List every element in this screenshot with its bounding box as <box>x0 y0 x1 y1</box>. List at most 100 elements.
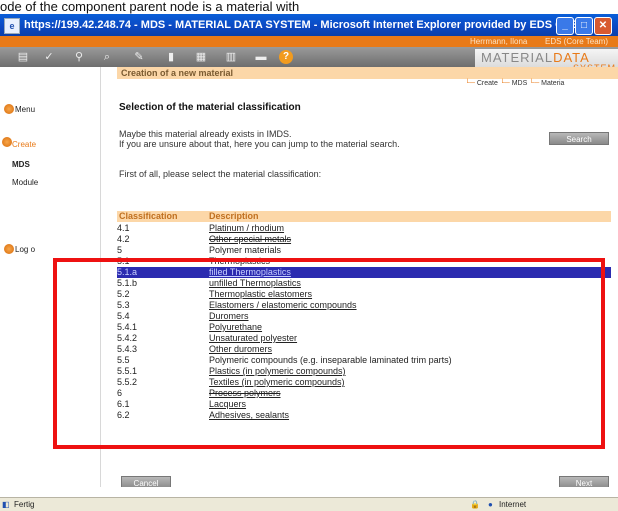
row-classification: 5.4.3 <box>117 344 138 354</box>
tree-icon[interactable]: ▦ <box>192 49 210 65</box>
table-row[interactable]: 5.5.2 Textiles (in polymeric compounds) <box>117 377 611 388</box>
row-description[interactable]: Duromers <box>209 311 249 322</box>
nav-module[interactable]: Module <box>12 178 38 187</box>
print-icon[interactable]: ▬ <box>252 49 270 65</box>
brand-logo: MATERIALDATA SYSTEM <box>475 49 618 73</box>
table-row[interactable]: 5.3 Elastomers / elastomeric compounds <box>117 300 611 311</box>
row-description: Polymer materials <box>209 245 282 255</box>
row-classification: 5.5.2 <box>117 377 138 387</box>
create-bullet-icon <box>2 137 12 147</box>
close-button[interactable]: ✕ <box>594 17 612 35</box>
table-row[interactable]: 5.1.b unfilled Thermoplastics <box>117 278 611 289</box>
breadcrumb-create[interactable]: Create <box>477 80 498 87</box>
report-icon[interactable]: ▥ <box>222 49 240 65</box>
table-row[interactable]: 5 Polymer materials <box>117 245 611 256</box>
row-classification: 6 <box>117 388 123 398</box>
row-description[interactable]: Elastomers / elastomeric compounds <box>209 300 357 311</box>
table-row[interactable]: 6.1 Lacquers <box>117 399 611 410</box>
row-classification: 5.4.1 <box>117 322 138 332</box>
row-description[interactable]: Other special metals <box>209 234 291 245</box>
row-description: Polymeric compounds (e.g. inseparable la… <box>209 355 452 365</box>
row-description[interactable]: Thermoplastic elastomers <box>209 289 312 300</box>
search-icon[interactable]: ⚲ <box>70 49 88 65</box>
home-icon[interactable]: ▤ <box>14 49 32 65</box>
tool-icon[interactable]: ✎ <box>130 49 148 65</box>
table-row[interactable]: 6 Process polymers <box>117 388 611 399</box>
window-title: https://199.42.248.74 - MDS - MATERIAL D… <box>24 19 579 31</box>
help-icon[interactable]: ? <box>279 50 293 64</box>
info-line-2: If you are unsure about that, here you c… <box>119 139 400 149</box>
row-classification: 6.2 <box>117 410 130 420</box>
table-row[interactable]: 5.1 Thermoplastics <box>117 256 611 267</box>
maximize-button[interactable]: □ <box>575 17 593 35</box>
minimize-button[interactable]: _ <box>556 17 574 35</box>
breadcrumb: └─ Create └─ MDS └─ Materia <box>465 80 565 87</box>
table-row[interactable]: 5.4.1 Polyurethane <box>117 322 611 333</box>
row-classification: 4.2 <box>117 234 130 244</box>
table-row[interactable]: 5.4 Duromers <box>117 311 611 322</box>
status-text: Fertig <box>14 500 35 509</box>
left-navigation: Menu Create MDS Module Log o <box>0 67 101 487</box>
title-bar: e https://199.42.248.74 - MDS - MATERIAL… <box>0 14 618 36</box>
row-description[interactable]: Platinum / rhodium <box>209 223 284 234</box>
globe-icon: ● <box>488 500 493 509</box>
table-row[interactable]: 5.4.2 Unsaturated polyester <box>117 333 611 344</box>
table-row[interactable]: 5.1.a filled Thermoplastics <box>117 267 611 278</box>
caption-text: ode of the component parent node is a ma… <box>0 0 300 14</box>
row-classification: 5.5 <box>117 355 130 365</box>
browser-window: e https://199.42.248.74 - MDS - MATERIAL… <box>0 14 618 511</box>
status-bar: Fertig ◧ 🔒 ● Internet <box>0 497 618 511</box>
row-description[interactable]: Textiles (in polymeric compounds) <box>209 377 345 388</box>
table-row[interactable]: 5.5 Polymeric compounds (e.g. inseparable… <box>117 355 611 366</box>
section-title: Creation of a new material <box>117 67 618 79</box>
user-org: EDS (Core Team) <box>545 37 608 46</box>
nav-mds[interactable]: MDS <box>12 160 30 169</box>
row-classification: 5.4 <box>117 311 130 321</box>
user-name: Herrmann, Ilona <box>470 37 528 46</box>
row-classification: 5.1.b <box>117 278 138 288</box>
logout-bullet-icon <box>4 244 14 254</box>
menu-bullet-icon <box>4 104 14 114</box>
table-row[interactable]: 6.2 Adhesives, sealants <box>117 410 611 421</box>
col-description: Description <box>209 211 259 221</box>
search-button[interactable]: Search <box>549 132 609 145</box>
page-icon: ◧ <box>2 500 10 509</box>
breadcrumb-material[interactable]: Materia <box>541 80 564 87</box>
page-title: Selection of the material classification <box>119 102 301 113</box>
breadcrumb-mds[interactable]: MDS <box>512 80 528 87</box>
row-description[interactable]: Adhesives, sealants <box>209 410 289 421</box>
row-classification: 5.5.1 <box>117 366 138 376</box>
table-header: Classification Description <box>117 211 611 222</box>
row-classification: 5.2 <box>117 289 130 299</box>
row-description[interactable]: Polyurethane <box>209 322 262 333</box>
lock-icon: 🔒 <box>470 500 480 509</box>
table-row[interactable]: 5.5.1 Plastics (in polymeric compounds) <box>117 366 611 377</box>
cancel-button[interactable]: Cancel <box>121 476 171 487</box>
main-content: Creation of a new material └─ Create └─ … <box>109 67 618 487</box>
user-bar: Herrmann, Ilona EDS (Core Team) <box>0 36 618 47</box>
brand-name-a: MATERIAL <box>481 50 554 65</box>
row-description[interactable]: Lacquers <box>209 399 246 410</box>
row-classification: 5.3 <box>117 300 130 310</box>
row-description[interactable]: filled Thermoplastics <box>209 267 291 278</box>
next-button[interactable]: Next <box>559 476 609 487</box>
row-description[interactable]: Plastics (in polymeric compounds) <box>209 366 346 377</box>
table-row[interactable]: 5.2 Thermoplastic elastomers <box>117 289 611 300</box>
nav-create[interactable]: Create <box>12 140 36 149</box>
classification-prompt: First of all, please select the material… <box>119 169 322 179</box>
row-classification: 6.1 <box>117 399 130 409</box>
row-description[interactable]: Unsaturated polyester <box>209 333 297 344</box>
check-icon[interactable]: ✓ <box>40 49 58 65</box>
nav-logout[interactable]: Log o <box>15 245 35 254</box>
document-icon[interactable]: ▮ <box>162 49 180 65</box>
binoculars-icon[interactable]: ⌕ <box>98 49 116 65</box>
row-description: Thermoplastics <box>209 256 271 266</box>
table-row[interactable]: 4.1 Platinum / rhodium <box>117 223 611 234</box>
row-classification: 5.1 <box>117 256 130 266</box>
nav-menu[interactable]: Menu <box>15 105 35 114</box>
row-description[interactable]: Other duromers <box>209 344 272 355</box>
row-description[interactable]: unfilled Thermoplastics <box>209 278 301 289</box>
table-row[interactable]: 5.4.3 Other duromers <box>117 344 611 355</box>
table-row[interactable]: 4.2 Other special metals <box>117 234 611 245</box>
row-classification: 5.4.2 <box>117 333 138 343</box>
